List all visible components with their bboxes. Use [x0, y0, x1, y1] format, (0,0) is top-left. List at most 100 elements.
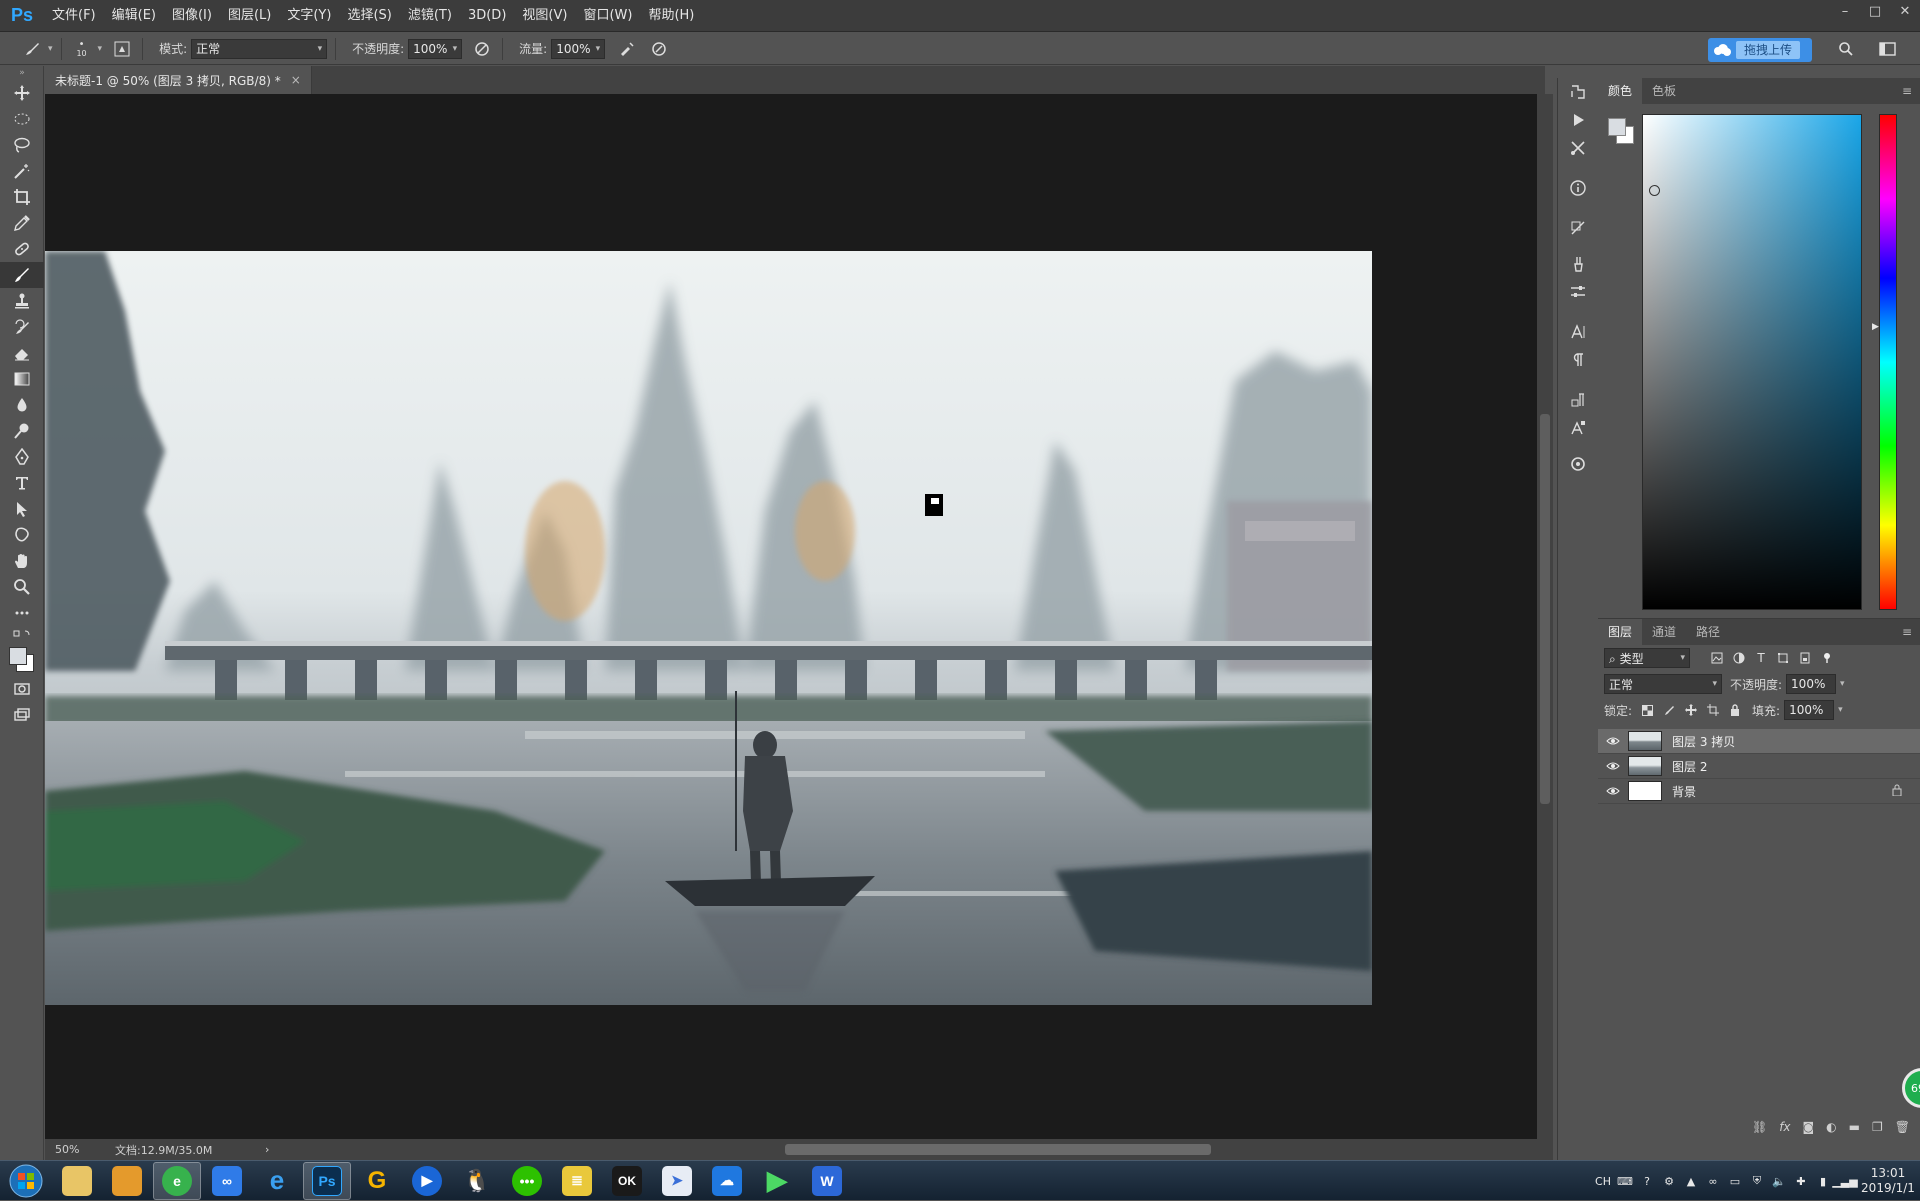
keyboard-icon[interactable]: ⌨	[1614, 1175, 1636, 1188]
netdisk-tray-icon[interactable]: ∞	[1702, 1175, 1724, 1188]
settings-icon[interactable]: ⚙	[1658, 1175, 1680, 1188]
menu-image[interactable]: 图像(I)	[164, 0, 220, 32]
pressure-opacity-icon[interactable]	[470, 37, 494, 61]
taskbar-cloud-drive[interactable]: ☁	[703, 1162, 751, 1200]
color-picker-marker[interactable]	[1649, 185, 1660, 196]
filter-shape-icon[interactable]	[1772, 648, 1794, 668]
new-group-icon[interactable]: ▬	[1849, 1120, 1860, 1134]
volume-icon[interactable]: 🔈	[1768, 1175, 1790, 1188]
layer-row[interactable]: 图层 2	[1598, 754, 1920, 779]
taskbar-game-center[interactable]: G	[353, 1162, 401, 1200]
taskbar-ie[interactable]: e	[253, 1162, 301, 1200]
character-styles-icon[interactable]	[1558, 414, 1598, 442]
flow-input[interactable]: 100% ▾	[551, 38, 606, 59]
network-signal-icon[interactable]: ▁▃▅	[1832, 1175, 1857, 1188]
hue-slider[interactable]	[1879, 114, 1897, 610]
menu-type[interactable]: 文字(Y)	[279, 0, 339, 32]
minimize-button[interactable]: –	[1830, 0, 1860, 22]
taskbar-video-player[interactable]: ▶	[403, 1162, 451, 1200]
foreground-color-swatch[interactable]	[9, 647, 27, 665]
filter-smart-object-icon[interactable]	[1794, 648, 1816, 668]
zoom-tool-icon[interactable]	[0, 574, 44, 600]
quick-mask-icon[interactable]	[0, 676, 44, 702]
taskbar-wechat[interactable]: •••	[503, 1162, 551, 1200]
workspace-icon[interactable]	[1876, 37, 1900, 61]
help-icon[interactable]: ?	[1636, 1175, 1658, 1188]
layer-opacity-input[interactable]: 100%	[1786, 674, 1837, 694]
dodge-tool-icon[interactable]	[0, 418, 44, 444]
clone-stamp-tool-icon[interactable]	[0, 288, 44, 314]
brush-settings-icon[interactable]	[1558, 250, 1598, 278]
lock-position-icon[interactable]	[1680, 700, 1702, 720]
filter-pixel-icon[interactable]	[1706, 648, 1728, 668]
lock-pixels-icon[interactable]	[1658, 700, 1680, 720]
taskbar-play-video[interactable]: ▶	[753, 1162, 801, 1200]
taskbar-wps[interactable]: W	[803, 1162, 851, 1200]
lock-artboard-icon[interactable]	[1702, 700, 1724, 720]
chevron-down-icon[interactable]: ▾	[453, 44, 458, 54]
menu-select[interactable]: 选择(S)	[339, 0, 399, 32]
character-panel-icon[interactable]	[1558, 318, 1598, 346]
move-tool-icon[interactable]	[0, 80, 44, 106]
taskbar-360-browser[interactable]: e	[153, 1161, 201, 1200]
paragraph-styles-icon[interactable]	[1558, 386, 1598, 414]
layer-row[interactable]: 图层 3 拷贝	[1598, 729, 1920, 754]
power-icon[interactable]: ▮	[1812, 1175, 1834, 1188]
new-layer-icon[interactable]: ❐	[1872, 1120, 1883, 1134]
adjustments-sliders-icon[interactable]	[1558, 278, 1598, 306]
color-picker-field[interactable]	[1642, 114, 1862, 610]
fill-input[interactable]: 100%	[1784, 700, 1835, 720]
history-icon[interactable]	[1558, 78, 1598, 106]
menu-layer[interactable]: 图层(L)	[220, 0, 279, 32]
accelerator-icon[interactable]: ✚	[1790, 1175, 1812, 1188]
tool-presets-icon[interactable]	[1558, 134, 1598, 162]
brush-preset-icon[interactable]	[20, 37, 44, 61]
document-tab[interactable]: 未标题-1 @ 50% (图层 3 拷贝, RGB/8) * ×	[45, 66, 312, 94]
opacity-input[interactable]: 100% ▾	[408, 38, 463, 59]
brush-tool-icon[interactable]	[0, 262, 44, 288]
chevron-down-icon[interactable]: ▾	[1840, 679, 1845, 689]
tab-layers[interactable]: 图层	[1598, 619, 1643, 645]
clone-source-icon[interactable]	[1558, 214, 1598, 242]
foreground-color-swatch[interactable]	[1608, 118, 1626, 136]
info-icon[interactable]	[1558, 174, 1598, 202]
menu-filter[interactable]: 滤镜(T)	[400, 0, 460, 32]
visibility-eye-icon[interactable]	[1598, 736, 1628, 746]
layer-style-fx-icon[interactable]: fx	[1779, 1120, 1790, 1134]
more-tools-icon[interactable]	[0, 600, 44, 626]
panel-menu-icon[interactable]: ≡	[1902, 84, 1912, 98]
maximize-button[interactable]: □	[1860, 0, 1890, 22]
add-mask-icon[interactable]: ◙	[1803, 1120, 1815, 1134]
pressure-size-icon[interactable]	[647, 37, 671, 61]
visibility-eye-icon[interactable]	[1598, 786, 1628, 796]
eraser-tool-icon[interactable]	[0, 340, 44, 366]
menu-help[interactable]: 帮助(H)	[640, 0, 702, 32]
painting-canvas[interactable]	[45, 251, 1372, 1005]
canvas-area[interactable]	[45, 94, 1537, 1139]
swap-colors-icon[interactable]	[0, 626, 44, 642]
panel-menu-icon[interactable]: ≡	[1902, 625, 1912, 639]
chevron-down-icon[interactable]: ▾	[1838, 705, 1843, 715]
chevron-down-icon[interactable]: ▾	[596, 44, 601, 54]
paragraph-icon[interactable]	[1558, 346, 1598, 374]
mode-select[interactable]: 正常 ▾	[191, 38, 328, 59]
close-button[interactable]: ✕	[1890, 0, 1920, 22]
lasso-tool-icon[interactable]	[0, 132, 44, 158]
start-button[interactable]	[0, 1161, 52, 1201]
taskbar-photoshop[interactable]: Ps	[303, 1161, 351, 1200]
display-icon[interactable]: ▭	[1724, 1175, 1746, 1188]
zoom-level[interactable]: 50%	[45, 1143, 115, 1156]
actions-play-icon[interactable]	[1558, 106, 1598, 134]
taskbar-package[interactable]	[103, 1162, 151, 1200]
lock-transparency-icon[interactable]	[1636, 700, 1658, 720]
show-hidden-icons-icon[interactable]: ▲	[1680, 1175, 1702, 1188]
link-layers-icon[interactable]: ⛓	[1752, 1120, 1767, 1134]
menu-3d[interactable]: 3D(D)	[460, 0, 514, 32]
gradient-tool-icon[interactable]	[0, 366, 44, 392]
menu-file[interactable]: 文件(F)	[44, 0, 104, 32]
screen-mode-icon[interactable]	[0, 702, 44, 728]
menu-view[interactable]: 视图(V)	[514, 0, 575, 32]
close-tab-icon[interactable]: ×	[291, 73, 301, 87]
security-shield-icon[interactable]: ⛨	[1746, 1174, 1768, 1188]
healing-brush-tool-icon[interactable]	[0, 236, 44, 262]
